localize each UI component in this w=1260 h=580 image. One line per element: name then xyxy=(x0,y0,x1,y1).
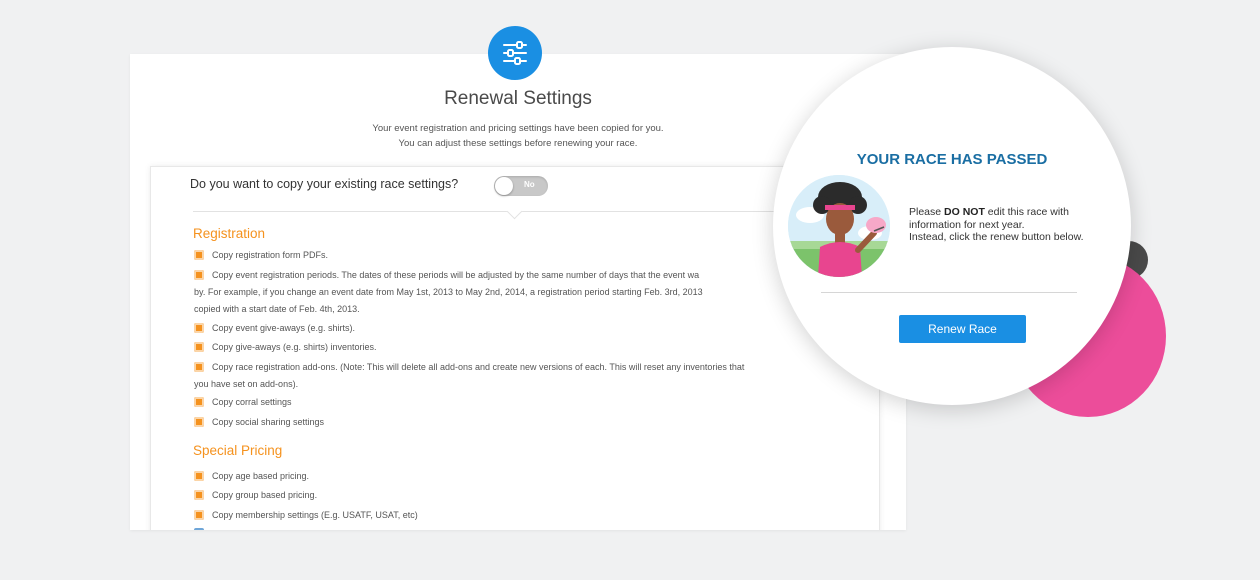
option-label: Copy group based pricing. xyxy=(212,490,318,500)
option-label-continued: by. For example, if you change an event … xyxy=(194,287,703,297)
option-label: Copy registration form PDFs. xyxy=(212,250,329,260)
option-give-aways[interactable]: Copy event give-aways (e.g. shirts). xyxy=(194,320,834,337)
msg-prefix: Please xyxy=(909,206,945,218)
option-corral[interactable]: Copy corral settings xyxy=(194,394,834,411)
checkbox[interactable] xyxy=(194,510,204,520)
option-registration-pdfs[interactable]: Copy registration form PDFs. xyxy=(194,247,834,264)
option-label: Copy event give-aways (e.g. shirts). xyxy=(212,323,356,333)
option-label: Copy membership settings (E.g. USATF, US… xyxy=(212,510,418,520)
checkbox[interactable] xyxy=(194,528,204,530)
msg-line3: Instead, click the renew button below. xyxy=(909,231,1084,243)
option-social-sharing[interactable]: Copy social sharing settings xyxy=(194,414,834,431)
option-label: Copy corral settings xyxy=(212,397,292,407)
checkbox[interactable] xyxy=(194,323,204,333)
option-label-continued: copied with a start date of Feb. 4th, 20… xyxy=(194,304,360,314)
option-group-pricing[interactable]: Copy group based pricing. xyxy=(194,487,834,504)
option-label: Copy event registration periods. The dat… xyxy=(212,270,700,280)
option-add-ons[interactable]: Copy race registration add-ons. (Note: T… xyxy=(194,359,834,376)
checkbox[interactable] xyxy=(194,342,204,352)
divider-notch xyxy=(506,203,523,220)
msg-bold: DO NOT xyxy=(944,206,985,218)
msg-line1-rest: edit this race with xyxy=(984,206,1069,218)
checkbox[interactable] xyxy=(194,471,204,481)
checkbox[interactable] xyxy=(194,362,204,372)
callout-divider xyxy=(821,292,1077,293)
option-label: Copy race registration add-ons. (Note: T… xyxy=(212,362,745,372)
sliders-icon xyxy=(488,26,542,80)
option-membership[interactable]: Copy membership settings (E.g. USATF, US… xyxy=(194,507,834,524)
renew-race-button[interactable]: Renew Race xyxy=(899,315,1026,343)
toggle-knob xyxy=(495,177,513,195)
option-registration-periods-cont: by. For example, if you change an event … xyxy=(194,284,834,301)
copy-settings-toggle[interactable]: No xyxy=(494,176,548,196)
option-label: Copy give-aways (e.g. shirts) inventorie… xyxy=(212,342,377,352)
option-label: Copy age based pricing. xyxy=(212,471,310,481)
copy-settings-question: Do you want to copy your existing race s… xyxy=(190,177,459,191)
msg-line2: information for next year. xyxy=(909,218,1025,231)
special-pricing-heading: Special Pricing xyxy=(193,443,283,458)
race-passed-callout: YOUR RACE HAS PASSED Please DO NOT edit … xyxy=(773,47,1131,405)
checkbox[interactable] xyxy=(194,250,204,260)
page-title: Renewal Settings xyxy=(444,88,592,109)
checkbox[interactable] xyxy=(194,417,204,427)
registration-heading: Registration xyxy=(193,226,266,241)
settings-card: Do you want to copy your existing race s… xyxy=(150,166,880,530)
callout-heading: YOUR RACE HAS PASSED xyxy=(856,151,1048,168)
option-age-pricing[interactable]: Copy age based pricing. xyxy=(194,468,834,485)
checkbox[interactable] xyxy=(194,397,204,407)
option-label: Copy social sharing settings xyxy=(212,417,325,427)
page-subtitle: Your event registration and pricing sett… xyxy=(130,121,906,151)
option-registration-periods-cont: copied with a start date of Feb. 4th, 20… xyxy=(194,301,834,318)
option-add-ons-cont: you have set on add-ons). xyxy=(194,376,834,393)
runner-avatar xyxy=(788,175,890,277)
checkbox[interactable] xyxy=(194,490,204,500)
subtitle-line: Your event registration and pricing sett… xyxy=(372,123,664,134)
option-registration-periods[interactable]: Copy event registration periods. The dat… xyxy=(194,267,834,284)
checkbox[interactable] xyxy=(194,270,204,280)
option-label-continued: you have set on add-ons). xyxy=(194,379,299,389)
option-give-away-inventories[interactable]: Copy give-aways (e.g. shirts) inventorie… xyxy=(194,339,834,356)
callout-message: Please DO NOT edit this race with inform… xyxy=(909,206,1129,244)
toggle-label: No xyxy=(524,180,535,189)
